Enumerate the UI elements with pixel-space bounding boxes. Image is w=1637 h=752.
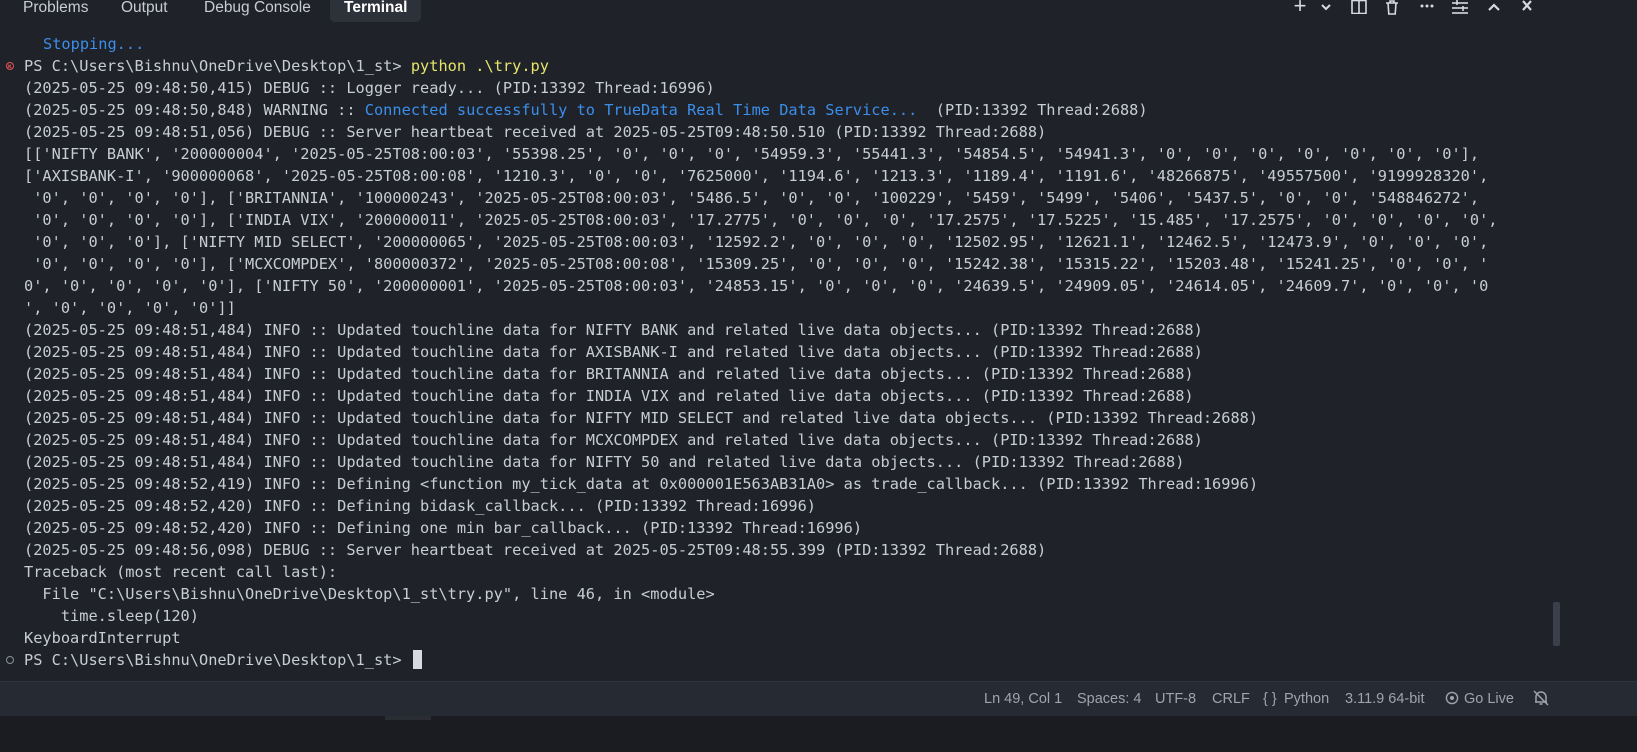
terminal-line: [['NIFTY BANK', '200000004', '2025-05-25…: [24, 145, 1480, 163]
terminal-line: (2025-05-25 09:48:52,420) INFO :: Defini…: [24, 497, 817, 515]
tab-terminal[interactable]: Terminal: [330, 0, 422, 22]
terminal-line: (2025-05-25 09:48:51,056) DEBUG :: Serve…: [24, 123, 1047, 141]
terminal-line: time.sleep(120): [24, 607, 199, 625]
terminal-line: Traceback (most recent call last):: [24, 563, 338, 581]
command-line: PS C:\Users\Bishnu\OneDrive\Desktop\1_st…: [0, 55, 1620, 77]
split-icon[interactable]: [1349, 0, 1369, 16]
taskbar-handle: [385, 716, 431, 720]
braces-icon: { }: [1263, 691, 1277, 707]
notifications-off-icon[interactable]: [1532, 682, 1550, 717]
prompt-text: PS C:\Users\Bishnu\OneDrive\Desktop\1_st…: [24, 57, 411, 75]
terminal-line: (2025-05-25 09:48:50,415) DEBUG :: Logge…: [24, 79, 715, 97]
terminal-line: 0', '0', '0', '0', '0'], ['NIFTY 50', '2…: [24, 277, 1489, 295]
tab-problems[interactable]: Problems: [23, 0, 88, 22]
terminal-line: (2025-05-25 09:48:51,484) INFO :: Update…: [24, 387, 1194, 405]
python-interpreter[interactable]: 3.11.9 64-bit: [1345, 682, 1425, 717]
final-prompt-line: PS C:\Users\Bishnu\OneDrive\Desktop\1_st…: [0, 649, 1620, 671]
command-text: python .\try.py: [410, 57, 549, 75]
stopping-text: Stopping...: [43, 35, 145, 53]
warning-suffix: (PID:13392 Thread:2688): [917, 101, 1148, 119]
go-live-button[interactable]: Go Live: [1445, 682, 1514, 717]
layout-icon[interactable]: [1450, 0, 1470, 16]
encoding[interactable]: UTF-8: [1155, 682, 1196, 717]
close-icon[interactable]: [1517, 0, 1537, 16]
go-live-label: Go Live: [1464, 691, 1514, 707]
terminal-line: ['AXISBANK-I', '900000068', '2025-05-25T…: [24, 167, 1489, 185]
status-bar: Ln 49, Col 1 Spaces: 4 UTF-8 CRLF { } Py…: [0, 681, 1637, 717]
terminal-line: (2025-05-25 09:48:52,420) INFO :: Defini…: [24, 519, 863, 537]
warning-prefix: (2025-05-25 09:48:50,848) WARNING ::: [24, 101, 365, 119]
warning-message: Connected successfully to TrueData Real …: [364, 101, 918, 119]
terminal-scrollbar[interactable]: [1553, 602, 1560, 646]
terminal-output[interactable]: Stopping... PS C:\Users\Bishnu\OneDrive\…: [0, 33, 1620, 713]
text-cursor: [412, 650, 422, 669]
terminal-line: (2025-05-25 09:48:51,484) INFO :: Update…: [24, 343, 1203, 361]
line-ending[interactable]: CRLF: [1212, 682, 1250, 717]
terminal-line: File "C:\Users\Bishnu\OneDrive\Desktop\1…: [24, 585, 715, 603]
terminal-line: '0', '0', '0', '0'], ['MCXCOMPDEX', '800…: [24, 255, 1489, 273]
broadcast-icon: [1445, 691, 1459, 705]
warning-line: (2025-05-25 09:48:50,848) WARNING :: Con…: [0, 99, 1620, 121]
panel-tab-bar: Problems Output Debug Console Terminal +: [0, 0, 1637, 22]
terminal-line: Stopping...: [0, 33, 1620, 55]
trash-icon[interactable]: [1382, 0, 1402, 16]
terminal-line: (2025-05-25 09:48:51,484) INFO :: Update…: [24, 365, 1194, 383]
terminal-line: '0', '0', '0', '0'], ['INDIA VIX', '2000…: [24, 211, 1498, 229]
plus-icon[interactable]: +: [1290, 0, 1310, 17]
chevron-up-icon[interactable]: [1484, 0, 1504, 16]
terminal-line: '0', '0', '0', '0'], ['BRITANNIA', '1000…: [24, 189, 1480, 207]
tab-output[interactable]: Output: [121, 0, 168, 22]
command-decoration-icon[interactable]: [6, 656, 14, 664]
terminal-line: (2025-05-25 09:48:51,484) INFO :: Update…: [24, 321, 1203, 339]
terminal-line: (2025-05-25 09:48:51,484) INFO :: Update…: [24, 409, 1259, 427]
terminal-line: (2025-05-25 09:48:51,484) INFO :: Update…: [24, 453, 1185, 471]
terminal-line: (2025-05-25 09:48:56,098) DEBUG :: Serve…: [24, 541, 1047, 559]
terminal-line: KeyboardInterrupt: [24, 629, 181, 647]
chevron-down-icon[interactable]: [1316, 0, 1336, 16]
language-mode[interactable]: Python: [1284, 682, 1329, 717]
terminal-line: ', '0', '0', '0', '0']]: [24, 299, 236, 317]
error-decoration-icon[interactable]: [6, 62, 14, 70]
terminal-line: (2025-05-25 09:48:51,484) INFO :: Update…: [24, 431, 1203, 449]
terminal-line: (2025-05-25 09:48:52,419) INFO :: Defini…: [24, 475, 1259, 493]
indentation[interactable]: Spaces: 4: [1077, 682, 1142, 717]
log-block-before: (2025-05-25 09:48:50,415) DEBUG :: Logge…: [0, 77, 1620, 99]
taskbar-edge: [0, 716, 1637, 752]
final-prompt-text: PS C:\Users\Bishnu\OneDrive\Desktop\1_st…: [24, 651, 411, 669]
cursor-position[interactable]: Ln 49, Col 1: [984, 682, 1062, 717]
tab-debug-console[interactable]: Debug Console: [204, 0, 311, 22]
more-icon[interactable]: [1417, 0, 1437, 16]
terminal-line: '0', '0', '0'], ['NIFTY MID SELECT', '20…: [24, 233, 1489, 251]
log-block-after: (2025-05-25 09:48:51,056) DEBUG :: Serve…: [0, 121, 1620, 649]
